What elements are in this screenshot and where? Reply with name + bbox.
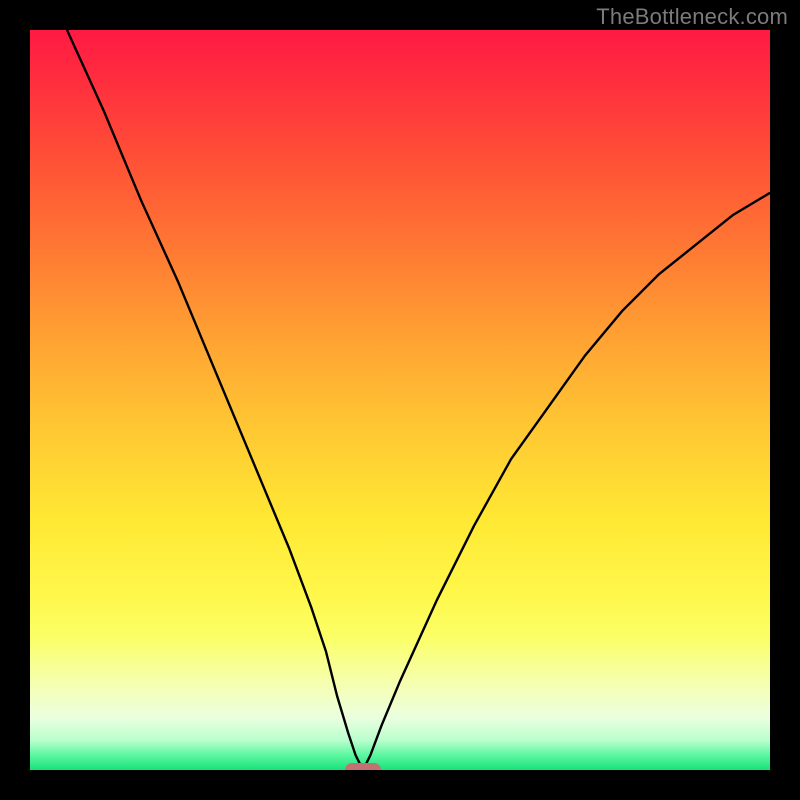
- plot-area: [30, 30, 770, 770]
- watermark-text: TheBottleneck.com: [596, 4, 788, 30]
- curve-layer: [30, 30, 770, 770]
- chart-frame: TheBottleneck.com: [0, 0, 800, 800]
- bottleneck-curve: [67, 30, 770, 770]
- optimum-marker: [345, 763, 381, 770]
